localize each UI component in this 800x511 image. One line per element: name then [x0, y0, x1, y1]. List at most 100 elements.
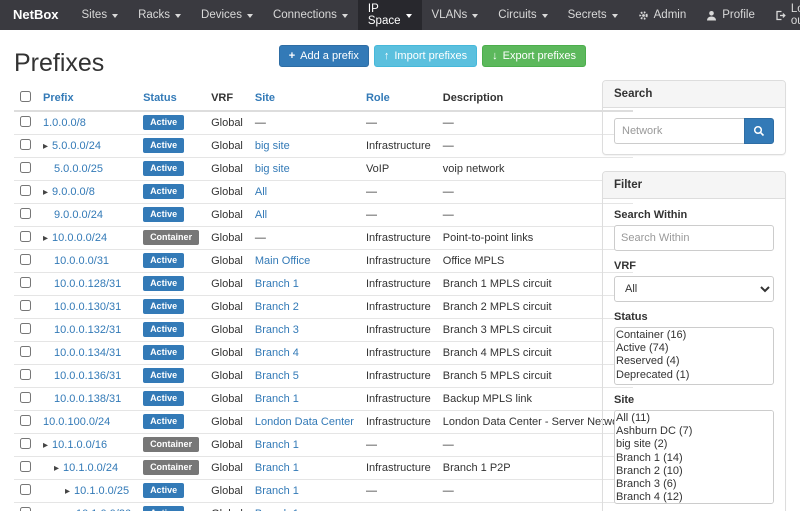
row-checkbox[interactable] — [20, 484, 31, 495]
nav-item-sites[interactable]: Sites — [72, 0, 129, 30]
row-checkbox[interactable] — [20, 300, 31, 311]
row-checkbox[interactable] — [20, 461, 31, 472]
prefix-link[interactable]: 10.0.0.138/31 — [54, 393, 121, 405]
prefix-link[interactable]: 5.0.0.0/24 — [52, 140, 101, 152]
nav-item-ip-space[interactable]: IP Space — [358, 0, 422, 30]
prefix-link[interactable]: 10.0.0.0/24 — [52, 232, 107, 244]
nav-item-devices[interactable]: Devices — [191, 0, 263, 30]
column-sort-link[interactable]: Prefix — [43, 92, 74, 104]
site-link[interactable]: Branch 1 — [255, 393, 299, 405]
site-link[interactable]: Branch 1 — [255, 439, 299, 451]
site-link[interactable]: Branch 1 — [255, 278, 299, 290]
filter-option[interactable]: Deprecated (1) — [616, 369, 772, 382]
role-cell: — — [360, 203, 437, 226]
filter-option[interactable]: All (11) — [616, 412, 772, 425]
site-link[interactable]: Branch 4 — [255, 347, 299, 359]
filter-option[interactable]: Branch 2 (10) — [616, 465, 772, 478]
row-checkbox[interactable] — [20, 323, 31, 334]
row-checkbox[interactable] — [20, 392, 31, 403]
search-input[interactable] — [614, 118, 744, 144]
prefix-link[interactable]: 1.0.0.0/8 — [43, 117, 86, 129]
search-within-input[interactable] — [614, 225, 774, 251]
site-link[interactable]: Branch 1 — [255, 485, 299, 497]
prefix-link[interactable]: 10.1.0.0/24 — [63, 462, 118, 474]
navbar-brand[interactable]: NetBox — [0, 0, 72, 30]
vrf-select[interactable]: All — [614, 276, 774, 302]
site-link[interactable]: Branch 5 — [255, 370, 299, 382]
prefix-link[interactable]: 10.1.0.0/25 — [74, 485, 129, 497]
prefix-link[interactable]: 10.0.0.0/31 — [54, 255, 109, 267]
site-link[interactable]: big site — [255, 140, 290, 152]
select-all-checkbox[interactable] — [20, 91, 31, 102]
row-checkbox[interactable] — [20, 231, 31, 242]
prefix-link[interactable]: 10.1.0.0/16 — [52, 439, 107, 451]
row-checkbox[interactable] — [20, 369, 31, 380]
prefix-link[interactable]: 10.0.0.136/31 — [54, 370, 121, 382]
status-badge: Container — [143, 230, 199, 245]
column-sort-link[interactable]: Site — [255, 92, 275, 104]
import-prefixes-button[interactable]: ↑Import prefixes — [374, 45, 477, 67]
column-sort-link[interactable]: Status — [143, 92, 177, 104]
prefix-link[interactable]: 9.0.0.0/24 — [54, 209, 103, 221]
site-link[interactable]: Branch 2 — [255, 301, 299, 313]
vrf-cell: Global — [205, 479, 249, 502]
prefix-link[interactable]: 9.0.0.0/8 — [52, 186, 95, 198]
expand-arrow-icon: ▸ — [43, 233, 48, 244]
vrf-cell: Global — [205, 111, 249, 134]
status-multiselect[interactable]: Container (16)Active (74)Reserved (4)Dep… — [614, 327, 774, 385]
table-row: ▸10.1.0.0/25ActiveGlobalBranch 1—— — [14, 479, 633, 502]
filter-option[interactable]: Branch 4 (12) — [616, 491, 772, 504]
filter-option[interactable]: Reserved (4) — [616, 355, 772, 368]
prefix-cell: 10.0.0.130/31 — [37, 295, 137, 318]
prefix-link[interactable]: 10.0.0.134/31 — [54, 347, 121, 359]
nav-item-secrets[interactable]: Secrets — [558, 0, 628, 30]
filter-option[interactable]: big site (2) — [616, 438, 772, 451]
row-checkbox[interactable] — [20, 254, 31, 265]
nav-item-connections[interactable]: Connections — [263, 0, 358, 30]
add-prefix-button[interactable]: +Add a prefix — [279, 45, 369, 67]
row-checkbox[interactable] — [20, 507, 31, 511]
export-prefixes-button[interactable]: ↓Export prefixes — [482, 45, 586, 67]
filter-option[interactable]: Branch 1 (14) — [616, 452, 772, 465]
site-link[interactable]: big site — [255, 163, 290, 175]
row-checkbox[interactable] — [20, 139, 31, 150]
filter-option[interactable]: Active (74) — [616, 342, 772, 355]
role-cell: Infrastructure — [360, 456, 437, 479]
filter-option[interactable]: Container (16) — [616, 329, 772, 342]
site-multiselect[interactable]: All (11)Ashburn DC (7)big site (2)Branch… — [614, 410, 774, 504]
filter-option[interactable]: Branch 3 (6) — [616, 478, 772, 491]
prefix-link[interactable]: 10.0.100.0/24 — [43, 416, 110, 428]
row-checkbox[interactable] — [20, 116, 31, 127]
prefix-link[interactable]: 10.0.0.132/31 — [54, 324, 121, 336]
nav-item-profile[interactable]: Profile — [696, 0, 765, 30]
site-link[interactable]: Branch 1 — [255, 462, 299, 474]
filter-option[interactable]: Ashburn DC (7) — [616, 425, 772, 438]
prefix-link[interactable]: 10.0.0.128/31 — [54, 278, 121, 290]
row-checkbox-cell — [14, 180, 37, 203]
row-checkbox-cell — [14, 111, 37, 134]
nav-item-circuits[interactable]: Circuits — [488, 0, 557, 30]
filter-label-status: Status — [614, 311, 774, 323]
site-link[interactable]: Branch 3 — [255, 324, 299, 336]
row-checkbox[interactable] — [20, 185, 31, 196]
nav-item-admin[interactable]: Admin — [628, 0, 697, 30]
nav-item-vlans[interactable]: VLANs — [422, 0, 489, 30]
row-checkbox[interactable] — [20, 438, 31, 449]
row-checkbox[interactable] — [20, 346, 31, 357]
row-checkbox[interactable] — [20, 162, 31, 173]
nav-item-racks[interactable]: Racks — [128, 0, 191, 30]
site-link[interactable]: All — [255, 186, 267, 198]
site-link[interactable]: London Data Center — [255, 416, 354, 428]
status-cell: Active — [137, 272, 205, 295]
row-checkbox[interactable] — [20, 208, 31, 219]
column-sort-link[interactable]: Role — [366, 92, 390, 104]
prefix-link[interactable]: 10.0.0.130/31 — [54, 301, 121, 313]
row-checkbox[interactable] — [20, 415, 31, 426]
site-link[interactable]: Main Office — [255, 255, 310, 267]
role-cell: Infrastructure — [360, 364, 437, 387]
search-button[interactable] — [744, 118, 774, 144]
prefix-link[interactable]: 5.0.0.0/25 — [54, 163, 103, 175]
row-checkbox[interactable] — [20, 277, 31, 288]
nav-item-log-out[interactable]: Log out — [765, 0, 800, 30]
site-link[interactable]: All — [255, 209, 267, 221]
